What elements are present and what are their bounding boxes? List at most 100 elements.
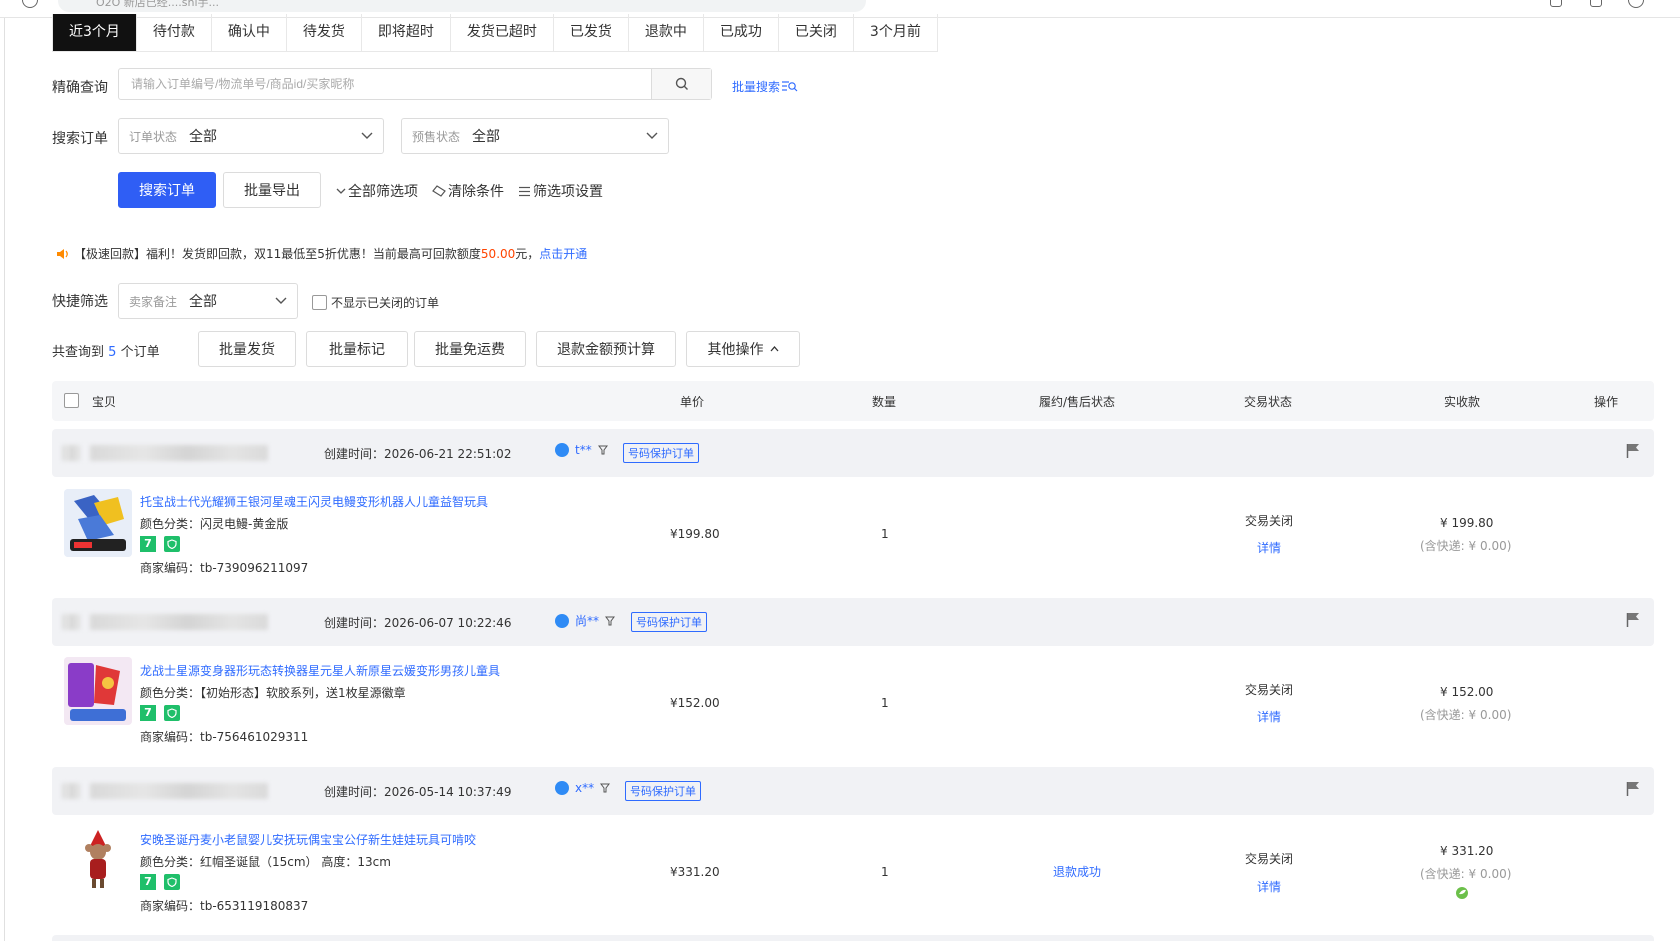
guarantee-shield-icon: [164, 536, 180, 552]
summary-suffix: 个订单: [120, 345, 160, 360]
seller-remark-label: 卖家备注: [129, 294, 178, 309]
buyer-info[interactable]: 尚**: [555, 612, 616, 629]
tab-shipping-timeout[interactable]: 发货已超时: [451, 14, 554, 51]
tab-closed[interactable]: 已关闭: [779, 14, 854, 51]
tab-recent-3-months[interactable]: 近3个月: [53, 14, 137, 51]
flag-icon[interactable]: [1626, 781, 1640, 797]
seven-day-return-icon: 7: [140, 536, 156, 552]
search-input[interactable]: [119, 69, 651, 99]
buyer-nickname: x**: [575, 781, 595, 795]
tab-pending-shipment[interactable]: 待发货: [287, 14, 362, 51]
batch-mark-button[interactable]: 批量标记: [306, 331, 408, 367]
filter-icon[interactable]: [597, 445, 608, 455]
flag-icon[interactable]: [1626, 443, 1640, 459]
profile-icon[interactable]: [1628, 0, 1644, 8]
order-header: 创建时间：2026-06-21 22:51:02 t** 号码保护订单: [52, 429, 1654, 477]
batch-free-shipping-button[interactable]: 批量免运费: [414, 331, 526, 367]
search-box: [118, 68, 712, 100]
search-submit-button[interactable]: [651, 69, 711, 99]
privacy-order-tag: 号码保护订单: [625, 781, 701, 801]
col-quantity: 数量: [872, 395, 897, 409]
batch-ship-button[interactable]: 批量发货: [198, 331, 296, 367]
filter-icon[interactable]: [600, 783, 611, 793]
quantity: 1: [881, 527, 889, 541]
chevron-down-icon: [336, 188, 346, 194]
blurred-order-number: [90, 445, 268, 461]
list-search-icon: [782, 81, 798, 92]
order-status-label: 订单状态: [129, 129, 178, 144]
shipping-fee-note: (含快递: ¥ 0.00): [1420, 867, 1512, 881]
order-count-summary: 共查询到 5 个订单: [52, 341, 160, 360]
flag-icon[interactable]: [1626, 612, 1640, 628]
buyer-info[interactable]: x**: [555, 781, 611, 795]
order-tabs: 近3个月 待付款 确认中 待发货 即将超时 发货已超时 已发货 退款中 已成功 …: [52, 14, 938, 52]
blurred-checkbox: [62, 445, 80, 461]
trade-status: 交易关闭: [1245, 683, 1294, 697]
unit-price: ¥152.00: [670, 696, 720, 710]
order-detail-link[interactable]: 详情: [1257, 708, 1281, 725]
hide-closed-option[interactable]: 不显示已关闭的订单: [312, 294, 439, 311]
tab-shipped[interactable]: 已发货: [554, 14, 629, 51]
order-detail-link[interactable]: 详情: [1257, 878, 1281, 895]
shipping-fee-note: (含快递: ¥ 0.00): [1420, 708, 1512, 722]
product-title-link[interactable]: 龙战士星源变身器形玩态转换器星元星人新原星云媛变形男孩儿童具: [140, 662, 500, 679]
fast-payment-notice: 【极速回款】福利！发货即回款，双11最低至5折优惠！当前最高可回款额度 50.0…: [56, 245, 587, 262]
presale-status-select[interactable]: 预售状态 全部: [401, 118, 669, 154]
buyer-avatar-icon: [555, 781, 569, 795]
product-thumbnail[interactable]: [64, 657, 132, 725]
seller-remark-value: 全部: [189, 294, 218, 310]
refund-precalc-button[interactable]: 退款金额预计算: [536, 331, 676, 367]
buyer-nickname: t**: [575, 443, 592, 457]
bookmark-icon[interactable]: [1550, 0, 1562, 7]
blurred-checkbox: [62, 614, 80, 630]
buyer-info[interactable]: t**: [555, 443, 608, 457]
order-status-select[interactable]: 订单状态 全部: [118, 118, 384, 154]
order-created-time: 创建时间：2026-06-07 10:22:46: [324, 616, 512, 630]
batch-search-link[interactable]: 批量搜索: [732, 78, 798, 95]
product-thumbnail[interactable]: [64, 489, 132, 557]
search-order-button[interactable]: 搜索订单: [118, 172, 216, 208]
notice-amount: 50.00: [480, 246, 516, 261]
chevron-down-icon: [275, 297, 287, 304]
reload-icon[interactable]: [22, 0, 38, 8]
order-detail-link[interactable]: 详情: [1257, 539, 1281, 556]
hide-closed-checkbox[interactable]: [312, 295, 327, 310]
chevron-down-icon: [361, 132, 373, 139]
notice-suffix: 元，: [515, 247, 540, 261]
col-trade-status: 交易状态: [1244, 395, 1293, 409]
aftersale-status-link[interactable]: 退款成功: [1053, 863, 1101, 880]
mouse-doll-image: [64, 826, 132, 894]
order-status-value: 全部: [189, 129, 218, 145]
clear-conditions-button[interactable]: 清除条件: [432, 181, 504, 201]
batch-export-button[interactable]: 批量导出: [223, 172, 321, 208]
product-thumbnail[interactable]: [64, 826, 132, 894]
filter-icon[interactable]: [605, 616, 616, 626]
tab-pending-payment[interactable]: 待付款: [137, 14, 212, 51]
col-operations: 操作: [1594, 395, 1619, 409]
search-icon: [675, 77, 688, 90]
filter-settings-button[interactable]: 筛选项设置: [518, 181, 603, 201]
tab-succeeded[interactable]: 已成功: [704, 14, 779, 51]
notice-text: 【极速回款】福利！发货即回款，双11最低至5折优惠！当前最高可回款额度: [74, 247, 481, 261]
presale-status-label: 预售状态: [412, 129, 461, 144]
service-badges: 7: [140, 705, 180, 721]
tab-refunding[interactable]: 退款中: [629, 14, 704, 51]
order-header: 创建时间：2026-06-07 10:22:46 尚** 号码保护订单: [52, 598, 1654, 646]
buyer-avatar-icon: [555, 613, 569, 628]
other-actions-button[interactable]: 其他操作: [686, 331, 800, 367]
order-table-header: 宝贝 单价 数量 履约/售后状态 交易状态 实收款 操作: [52, 381, 1654, 421]
transformer-toy-image: [64, 657, 132, 725]
extension-icon[interactable]: [1590, 0, 1602, 7]
trade-status: 交易关闭: [1245, 514, 1294, 528]
seller-remark-select[interactable]: 卖家备注 全部: [118, 283, 298, 319]
tab-confirming[interactable]: 确认中: [212, 14, 287, 51]
notice-activate-link[interactable]: 点击开通: [539, 245, 587, 262]
all-filters-toggle[interactable]: 全部筛选项: [336, 181, 418, 201]
product-attributes: 颜色分类：红帽圣诞鼠（15cm） 高度：13cm: [140, 855, 391, 869]
eraser-icon: [432, 185, 446, 197]
select-all-checkbox[interactable]: [64, 393, 79, 408]
tab-before-3-months[interactable]: 3个月前: [854, 14, 937, 51]
tab-about-to-timeout[interactable]: 即将超时: [362, 14, 451, 51]
product-title-link[interactable]: 托宝战士代光耀狮王银河星魂王闪灵电鳗变形机器人儿童益智玩具: [140, 493, 488, 510]
product-title-link[interactable]: 安晚圣诞丹麦小老鼠婴儿安抚玩偶宝宝公仔新生娃娃玩具可啃咬: [140, 831, 476, 848]
